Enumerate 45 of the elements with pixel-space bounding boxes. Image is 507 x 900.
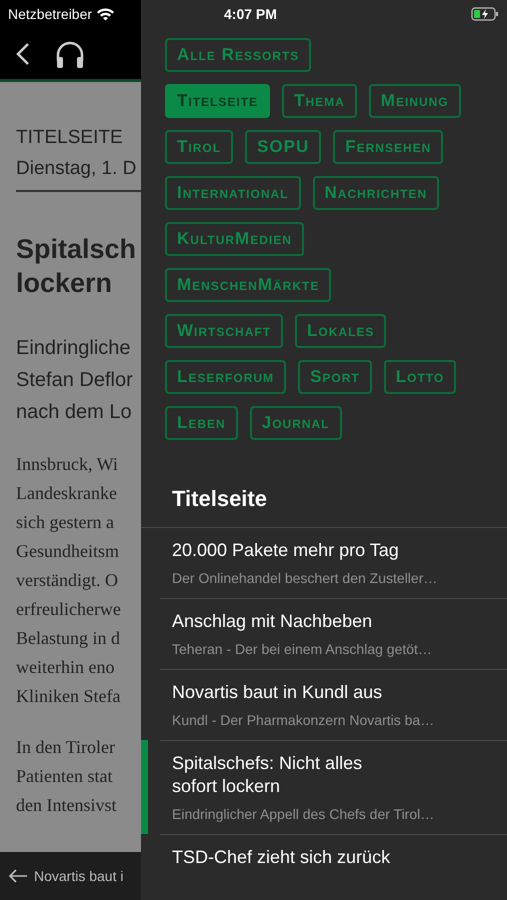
category-tag[interactable]: Leben (165, 406, 238, 440)
article-title: Spitalschefs: Nicht alles sofort lockern (172, 752, 364, 798)
back-button[interactable] (16, 42, 30, 66)
category-tag[interactable]: KulturMedien (165, 222, 304, 256)
category-tag[interactable]: Leserforum (165, 360, 286, 394)
article-teaser: Der Onlinehandel beschert den Zusteller… (172, 569, 438, 588)
category-tag[interactable]: SOPU (245, 130, 322, 164)
category-tag[interactable]: Titelseite (165, 84, 270, 118)
article-teaser: Kundl - Der Pharmakonzern Novartis ba… (172, 711, 436, 730)
wifi-icon (96, 7, 116, 21)
section-title: Titelseite (172, 485, 268, 513)
article-paragraph: Innsbruck, Wi Landeskranke sich gestern a Gesundheitsm verständigt. O erfreulicherwe Belastung in d weiterhin eno Kliniken Stefa (16, 453, 122, 708)
article-teaser: Eindringlicher Appell des Chefs der Tirol… (172, 805, 436, 824)
category-tag[interactable]: MenschenMärkte (165, 268, 332, 302)
article-title: Novartis baut in Kundl aus (172, 681, 384, 704)
article-lead: Eindringliche Stefan Deflor nach dem Lo (16, 336, 134, 425)
clock-time: 4:07 PM (224, 4, 277, 24)
category-tag[interactable]: Wirtschaft (165, 314, 284, 348)
category-tag[interactable]: Nachrichten (312, 176, 440, 210)
carrier-name: Netzbetreiber (8, 4, 92, 24)
article-list-item[interactable]: Novartis baut in Kundl aus Kundl - Der Pharmakonzern Novartis ba… (141, 669, 507, 740)
left-arrow-icon (8, 869, 28, 883)
category-tag[interactable]: Thema (282, 84, 357, 118)
section-label: TITELSEITE (16, 126, 124, 150)
headphones-icon[interactable] (54, 39, 86, 69)
category-tag[interactable]: Meinung (368, 84, 461, 118)
article-title: TSD-Chef zieht sich zurück (172, 846, 392, 869)
article-list-item[interactable]: Anschlag mit Nachbeben Teheran - Der bei einem Anschlag getöt… (141, 598, 507, 669)
article-teaser: Teheran - Der bei einem Anschlag getöt… (172, 640, 433, 659)
category-tag[interactable]: Lokales (295, 314, 386, 348)
article-title: 20.000 Pakete mehr pro Tag (172, 539, 400, 562)
article-list-item[interactable]: Spitalschefs: Nicht alles sofort lockern Eindringlicher Appell des Chefs der Tirol… (141, 740, 507, 834)
article-list-item[interactable]: 20.000 Pakete mehr pro Tag Der Onlinehandel beschert den Zusteller… (141, 527, 507, 598)
category-tag[interactable]: Lotto (384, 360, 456, 394)
category-tag[interactable]: Tirol (165, 130, 234, 164)
category-tag[interactable]: Alle Ressorts (165, 38, 312, 72)
category-tag[interactable]: Fernsehen (333, 130, 444, 164)
article-paragraph: In den Tiroler Patienten stat den Intensivst (16, 736, 118, 817)
article-list-item[interactable]: TSD-Chef zieht sich zurück (141, 834, 507, 878)
category-tag[interactable]: International (165, 176, 300, 210)
battery-icon (471, 7, 499, 21)
article-title: Anschlag mit Nachbeben (172, 610, 374, 633)
category-tag[interactable]: Sport (298, 360, 372, 394)
category-tag[interactable]: Journal (250, 406, 342, 440)
article-headline: Spitalsch lockern (16, 233, 138, 300)
